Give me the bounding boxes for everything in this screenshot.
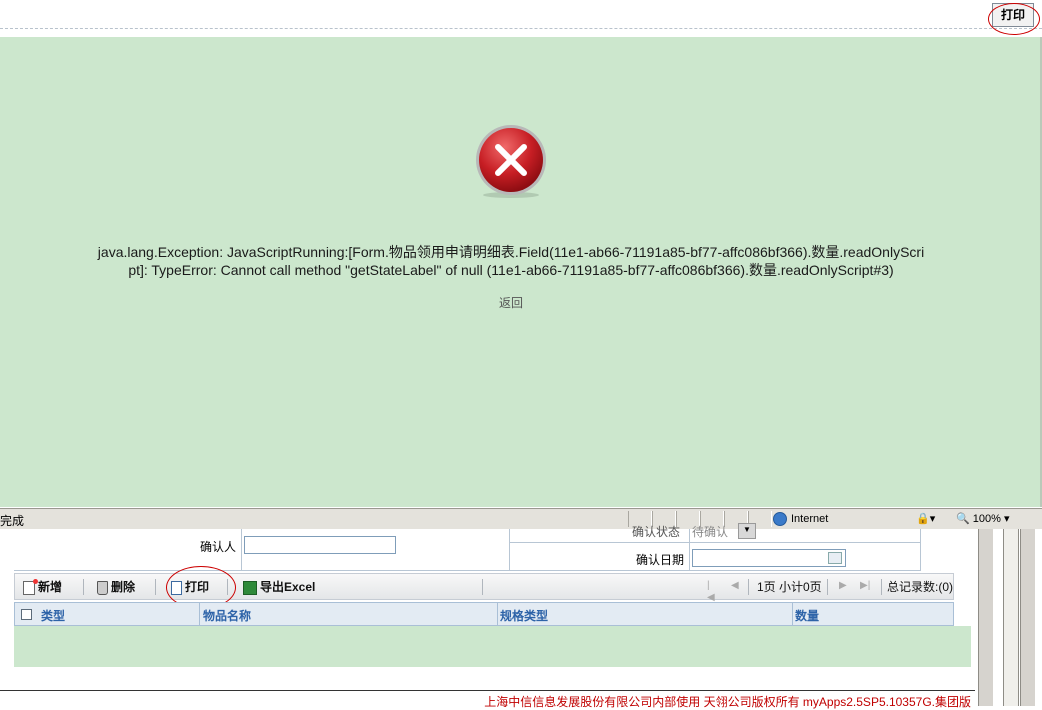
zoom-control[interactable]: 🔍 100% ▾ <box>956 511 1026 527</box>
page-info: 1页 小计0页 <box>757 580 822 594</box>
total-records: 总记录数:(0) <box>887 580 954 594</box>
error-x-icon <box>476 125 546 198</box>
column-divider <box>199 603 200 625</box>
status-text: 完成 <box>0 514 25 528</box>
toolbar-divider <box>482 579 483 595</box>
next-page-icon[interactable]: ▶ <box>839 580 849 592</box>
delete-button[interactable]: 删除 <box>97 578 135 596</box>
chevron-down-icon[interactable]: ▼ <box>738 523 756 539</box>
prev-page-icon[interactable]: ◀ <box>731 580 741 592</box>
column-divider <box>497 603 498 625</box>
confirm-date-input[interactable] <box>692 549 846 567</box>
column-header-quantity[interactable]: 数量 <box>795 607 819 624</box>
toolbar-divider <box>881 579 882 595</box>
grid-header: 类型 物品名称 规格类型 数量 <box>14 602 954 626</box>
error-pane: java.lang.Exception: JavaScriptRunning:[… <box>0 37 1042 507</box>
zone-label: Internet <box>791 513 829 525</box>
column-header-spec-type[interactable]: 规格类型 <box>500 607 548 624</box>
back-link[interactable]: 返回 <box>0 294 1022 311</box>
toolbar-divider <box>83 579 84 595</box>
toolbar-divider <box>748 579 749 595</box>
confirm-person-input[interactable] <box>244 536 396 554</box>
error-message: java.lang.Exception: JavaScriptRunning:[… <box>97 244 925 278</box>
first-page-icon[interactable]: |◀ <box>707 580 717 603</box>
confirm-date-label: 确认日期 <box>636 553 685 567</box>
vertical-scrollbar[interactable] <box>1020 529 1035 706</box>
column-header-type[interactable]: 类型 <box>41 607 65 624</box>
toolbar-divider <box>827 579 828 595</box>
delete-label: 删除 <box>111 580 136 594</box>
form-label-cell: 确认状态 <box>510 525 690 543</box>
grid-toolbar: 新增 删除 打印 导出Excel |◀ ◀ 1页 小计0页 ▶ ▶| 总记录数:… <box>14 573 954 603</box>
security-zone: Internet <box>773 511 828 527</box>
trash-icon <box>97 580 108 595</box>
confirm-status-select[interactable]: 待确认 <box>692 523 728 540</box>
export-label: 导出Excel <box>260 580 316 594</box>
protected-mode-icon[interactable]: 🔒▾ <box>916 511 948 527</box>
last-page-icon[interactable]: ▶| <box>860 580 870 592</box>
add-label: 新增 <box>38 580 63 594</box>
copyright-text: 上海中信信息发展股份有限公司内部使用 天翎公司版权所有 myApps2.5SP5… <box>484 695 971 709</box>
column-divider <box>792 603 793 625</box>
page-footer: 上海中信信息发展股份有限公司内部使用 天翎公司版权所有 myApps2.5SP5… <box>0 690 975 709</box>
form-label-cell: 确认人 <box>14 529 242 571</box>
zoom-value: 100% <box>972 513 1001 525</box>
toolbar-divider <box>155 579 156 595</box>
form-value-cell <box>690 543 921 571</box>
annotation-circle-print-top <box>988 3 1040 35</box>
excel-icon <box>243 580 257 595</box>
form-label-cell: 确认日期 <box>510 543 690 571</box>
form-value-cell <box>242 529 510 571</box>
vertical-scrollbar[interactable] <box>978 529 993 706</box>
confirm-person-label: 确认人 <box>200 540 237 554</box>
popup-top-bar: 打印 <box>0 0 1042 29</box>
confirm-status-label: 确认状态 <box>632 525 681 539</box>
browser-status-bar: 完成 Internet 🔒▾ 🔍 100% ▾ <box>0 508 1042 530</box>
column-header-item-name[interactable]: 物品名称 <box>203 607 251 624</box>
add-button[interactable]: 新增 <box>23 578 62 596</box>
calendar-icon[interactable] <box>828 552 842 564</box>
grid-body <box>14 626 971 667</box>
export-excel-button[interactable]: 导出Excel <box>243 578 315 596</box>
underlying-page: 确认人 确认状态 待确认 ▼ 确认日期 新增 删除 打印 导出Excel |◀ … <box>0 523 1042 709</box>
form-value-cell: 待确认 ▼ <box>690 523 921 543</box>
globe-icon <box>773 512 787 527</box>
new-document-icon <box>23 578 38 595</box>
select-all-checkbox[interactable] <box>21 609 32 620</box>
vertical-scrollbar[interactable] <box>1003 529 1019 706</box>
